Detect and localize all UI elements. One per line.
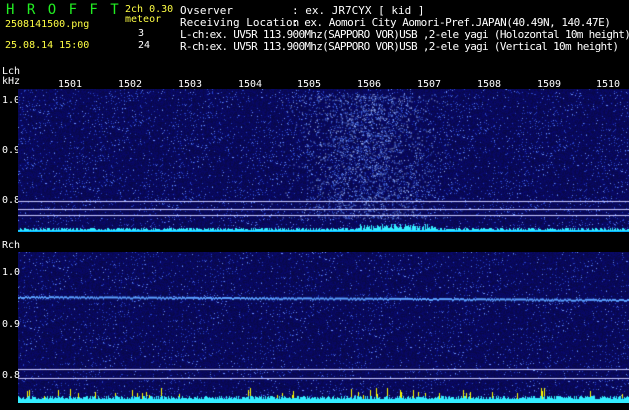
meteor-label: meteor: [125, 14, 162, 25]
observer-label: Ovserver: [180, 4, 233, 17]
rch-ytick-1.0: 1.0: [2, 267, 21, 278]
rch-meteor-count: 24: [138, 40, 151, 51]
observer-value: : ex. JR7CYX [ kid ]: [292, 4, 425, 17]
rch-info: R-ch:ex. UV5R 113.900Mhz(SAPPORO VOR)USB…: [180, 40, 619, 53]
file-name: 2508141500.png: [5, 19, 90, 30]
rch-ytick-0.9: 0.9: [2, 319, 21, 330]
rch-spectrogram: [18, 252, 629, 403]
lch-info: L-ch:ex. UV5R 113.900Mhz(SAPPORO VOR)USB…: [180, 28, 629, 41]
lch-unit-label: kHz: [2, 76, 21, 87]
rch-channel-label: Rch: [2, 240, 21, 251]
rch-ytick-0.8: 0.8: [2, 370, 21, 381]
datetime: 25.08.14 15:00: [5, 40, 90, 51]
app-logo: H R O F F T: [6, 2, 121, 18]
location-label: Receiving Location: [180, 16, 300, 29]
lch-spectrogram: [18, 89, 629, 232]
location-value: : ex. Aomori City Aomori-Pref.JAPAN(40.4…: [292, 16, 611, 29]
lch-meteor-count: 3: [138, 28, 145, 39]
